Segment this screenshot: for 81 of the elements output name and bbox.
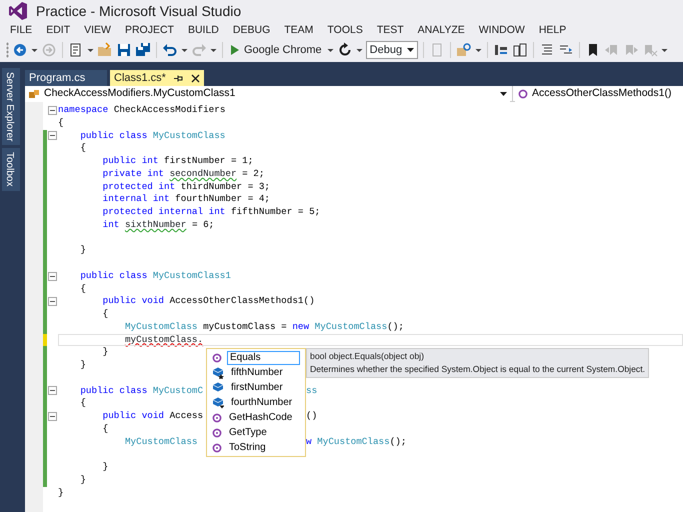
completion-item[interactable]: fifthNumber	[208, 365, 304, 380]
menu-item[interactable]: EDIT	[46, 22, 70, 38]
refresh-icon[interactable]	[336, 42, 353, 58]
menu-item[interactable]: BUILD	[188, 22, 219, 38]
code-line: protected int thirdNumber = 3;	[102, 180, 270, 194]
dropdown-arrow-icon	[406, 48, 414, 52]
code-line: ()	[306, 410, 318, 423]
code-line: }	[102, 346, 108, 359]
description-text: Determines whether the specified System.Object is equal to the current System.Object.	[310, 363, 646, 376]
save-icon[interactable]	[116, 42, 132, 58]
code-line: public int firstNumber = 1;	[102, 155, 254, 168]
code-line: {	[58, 116, 64, 130]
collapse-icon[interactable]	[48, 297, 57, 306]
method-icon	[518, 89, 528, 99]
completion-item[interactable]: firstNumber	[208, 380, 304, 396]
window-title: Practice - Microsoft Visual Studio	[36, 2, 242, 20]
menu-item[interactable]: PROJECT	[124, 22, 174, 38]
type-dropdown[interactable]: CheckAccessModifiers.MyCustomClass1	[25, 86, 510, 102]
code-line: {	[79, 282, 86, 296]
menu-item[interactable]: TOOLS	[327, 22, 363, 38]
code-line: {	[79, 142, 86, 155]
menu-item[interactable]: TEST	[376, 22, 404, 38]
code-line: }	[79, 474, 86, 486]
code-line: {	[102, 422, 108, 436]
side-panel-tab[interactable]: Server Explorer	[2, 68, 20, 146]
code-line: namespace CheckAccessModifiers	[58, 104, 226, 117]
member-dropdown[interactable]: AccessOtherClassMethods1()	[515, 86, 683, 102]
completion-item[interactable]: GetType	[208, 425, 304, 440]
code-line: public class MyCustomClass	[79, 130, 226, 142]
menu-item[interactable]: DEBUG	[232, 22, 270, 38]
code-line: private int secondNumber = 2;	[102, 168, 264, 180]
completion-item[interactable]: fourthNumber	[208, 395, 304, 410]
code-line: public class MyCustomClass1	[79, 270, 231, 282]
code-line: MyCustomClass myCustomClass = new MyCustomClass();	[124, 320, 404, 334]
collapse-icon[interactable]	[48, 386, 57, 396]
signature-text: bool object.Equals(object obj)	[310, 350, 425, 364]
back-icon[interactable]	[12, 42, 28, 58]
save-all-icon[interactable]	[135, 42, 151, 58]
class-icon	[28, 88, 40, 100]
dropdown-arrow-icon	[500, 92, 507, 96]
code-line: ss	[306, 384, 318, 398]
code-line: public void AccessOtherClassMethods1()	[102, 295, 315, 308]
code-line: }	[102, 461, 108, 474]
configuration-dropdown[interactable]: Debug	[366, 41, 418, 59]
collapse-icon[interactable]	[48, 412, 57, 421]
menu-item[interactable]: VIEW	[84, 22, 111, 38]
code-line: w MyCustomClass();	[306, 436, 406, 448]
code-line: {	[79, 397, 86, 410]
start-debugging-button[interactable]: Google Chrome	[228, 40, 324, 60]
document-tab[interactable]: Program.cs	[25, 70, 107, 86]
menu-item[interactable]: TEAM	[284, 22, 314, 38]
code-line: internal int fourthNumber = 4;	[102, 193, 270, 206]
document-tab[interactable]: Class1.cs*	[110, 70, 204, 86]
completion-item[interactable]: ToString	[208, 440, 304, 456]
code-line: }	[79, 244, 86, 257]
menu-item[interactable]: FILE	[10, 22, 32, 38]
code-line: }	[79, 359, 86, 372]
code-line: }	[58, 486, 64, 500]
play-icon	[230, 44, 240, 56]
code-line: public void Access	[102, 410, 204, 423]
collapse-icon[interactable]	[48, 131, 57, 140]
menu-item[interactable]: ANALYZE	[418, 22, 465, 38]
undo-icon[interactable]	[162, 42, 178, 58]
columns-icon[interactable]	[512, 42, 528, 58]
code-line: int sixthNumber = 6;	[102, 218, 214, 232]
find-icon[interactable]	[456, 42, 472, 58]
indent-icon[interactable]	[492, 42, 509, 58]
menu-item[interactable]: WINDOW	[478, 22, 525, 38]
code-line: {	[102, 308, 108, 321]
side-panel-tab[interactable]: Toolbox	[2, 148, 20, 191]
code-line: myCustomClass.	[124, 334, 204, 346]
code-line: protected internal int fifthNumber = 5;	[102, 206, 320, 219]
visual-studio-logo	[8, 1, 28, 21]
completion-item[interactable]: GetHashCode	[208, 410, 304, 426]
menu-item[interactable]: HELP	[538, 22, 566, 38]
code-line: public class MyCustomC	[79, 384, 204, 398]
code-line: MyCustomClass	[124, 436, 198, 448]
collapse-icon[interactable]	[48, 106, 57, 115]
close-icon[interactable]	[190, 74, 200, 82]
collapse-icon[interactable]	[48, 272, 57, 281]
pin-icon[interactable]	[174, 74, 183, 82]
